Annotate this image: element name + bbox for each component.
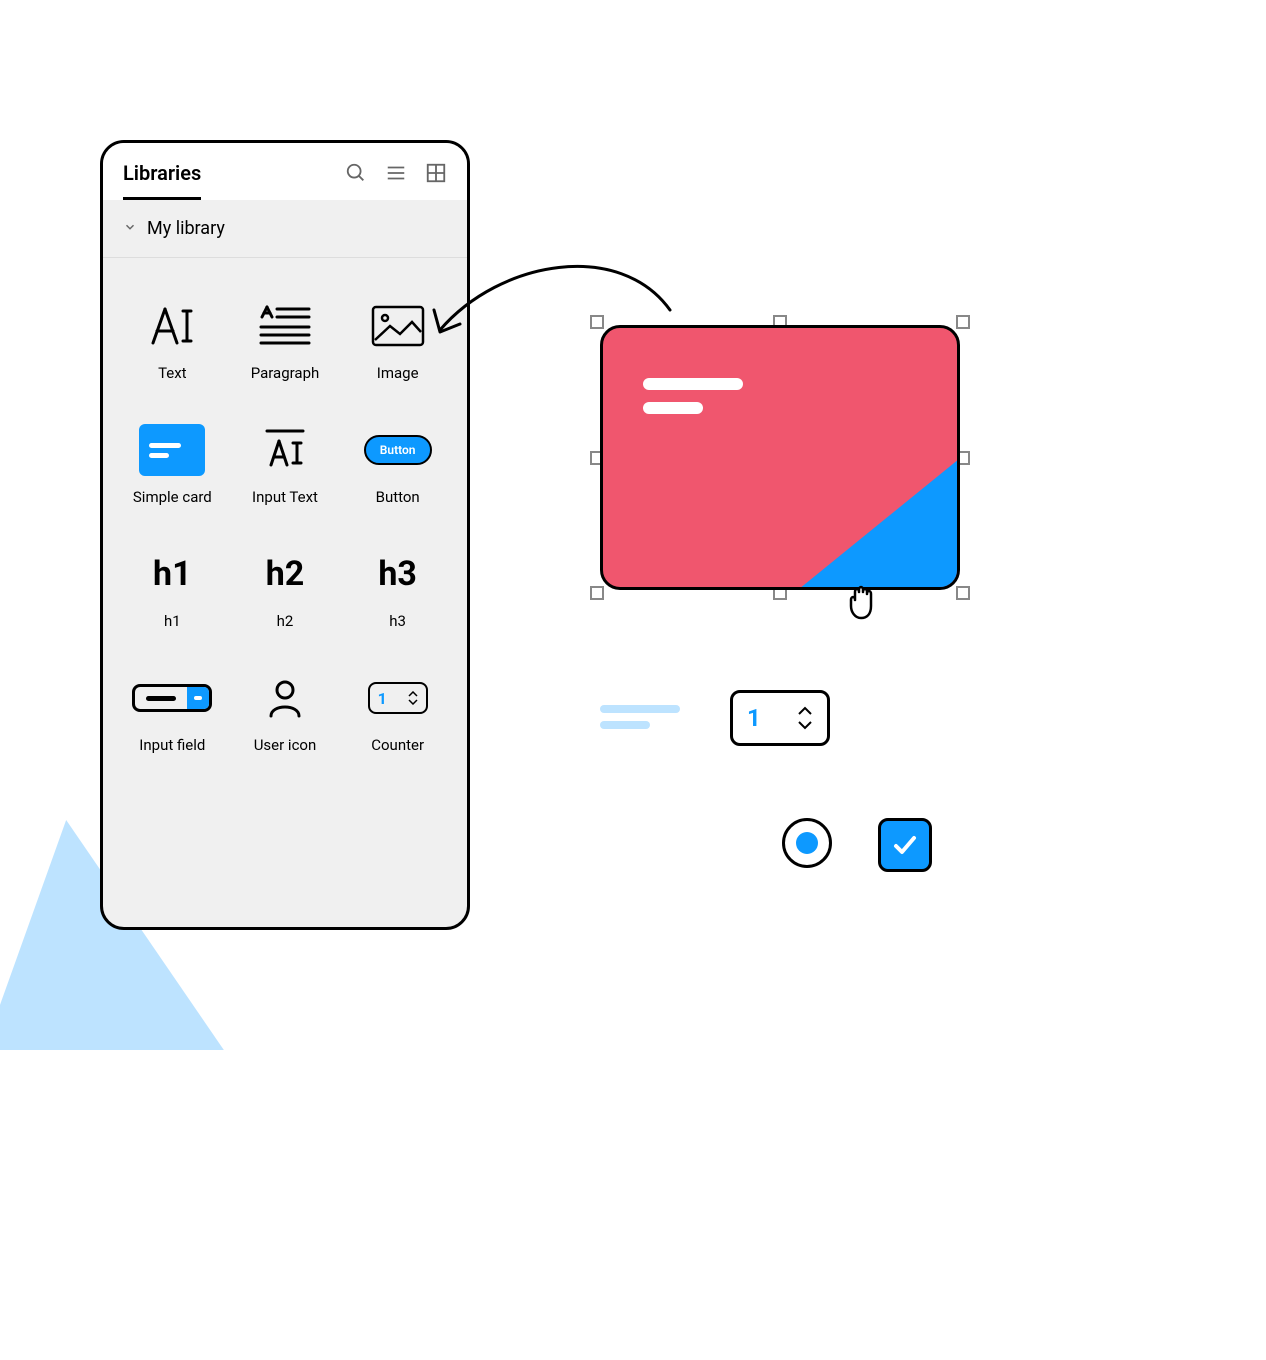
component-label: Simple card [133, 488, 212, 506]
component-text[interactable]: Text [121, 298, 224, 382]
card-text-lines [643, 378, 743, 414]
input-text-icon [261, 422, 309, 478]
component-input-field[interactable]: Input field [121, 670, 224, 754]
resize-handle-ne[interactable] [956, 315, 970, 329]
chevron-down-icon[interactable] [797, 720, 813, 730]
component-label: h1 [164, 612, 181, 630]
card-accent [799, 459, 959, 589]
simple-card-icon [139, 422, 205, 478]
resize-handle-sw[interactable] [590, 586, 604, 600]
image-icon [370, 298, 426, 354]
radio-dot [796, 832, 818, 854]
component-simple-card[interactable]: Simple card [121, 422, 224, 506]
component-h1[interactable]: h1 h1 [121, 546, 224, 630]
component-label: Input Text [252, 488, 318, 506]
panel-header: Libraries [103, 143, 467, 200]
button-icon: Button [364, 422, 432, 478]
resize-handle-nw[interactable] [590, 315, 604, 329]
library-section-my-library[interactable]: My library [103, 200, 467, 258]
component-label: Input field [139, 736, 205, 754]
component-label: h2 [277, 612, 294, 630]
counter-value: 1 [747, 704, 761, 732]
grab-cursor-icon [845, 580, 881, 620]
component-button[interactable]: Button Button [346, 422, 449, 506]
chevron-down-icon [123, 218, 137, 239]
canvas-selected-card[interactable] [590, 315, 970, 600]
chevron-up-icon[interactable] [797, 706, 813, 716]
component-label: Image [377, 364, 419, 382]
component-user-icon[interactable]: User icon [234, 670, 337, 754]
h3-icon: h3 [378, 546, 417, 602]
component-h2[interactable]: h2 h2 [234, 546, 337, 630]
component-input-text[interactable]: Input Text [234, 422, 337, 506]
counter-icon: 1 [368, 670, 428, 726]
component-label: Button [376, 488, 420, 506]
component-label: h3 [389, 612, 406, 630]
paragraph-icon [259, 298, 311, 354]
component-label: User icon [254, 736, 317, 754]
list-view-icon[interactable] [385, 162, 407, 188]
component-label: Counter [371, 736, 424, 754]
canvas-radio-instance[interactable] [782, 818, 832, 868]
components-grid: Text Paragraph Image [103, 258, 467, 794]
component-counter[interactable]: 1 Counter [346, 670, 449, 754]
component-paragraph[interactable]: Paragraph [234, 298, 337, 382]
tab-libraries[interactable]: Libraries [123, 161, 201, 200]
text-icon [145, 298, 199, 354]
user-icon [267, 670, 303, 726]
input-field-icon [132, 670, 212, 726]
search-icon[interactable] [345, 162, 367, 188]
canvas-counter-instance[interactable]: 1 [730, 690, 830, 746]
h1-icon: h1 [153, 546, 192, 602]
check-icon [890, 830, 920, 860]
canvas-text-placeholder [600, 705, 680, 729]
resize-handle-se[interactable] [956, 586, 970, 600]
canvas-checkbox-instance[interactable] [878, 818, 932, 872]
libraries-panel: Libraries My library [100, 140, 470, 930]
h2-icon: h2 [266, 546, 305, 602]
component-label: Text [158, 364, 187, 382]
card-instance[interactable] [600, 325, 960, 590]
component-h3[interactable]: h3 h3 [346, 546, 449, 630]
section-label: My library [147, 218, 225, 239]
component-label: Paragraph [251, 364, 320, 382]
grid-view-icon[interactable] [425, 162, 447, 188]
